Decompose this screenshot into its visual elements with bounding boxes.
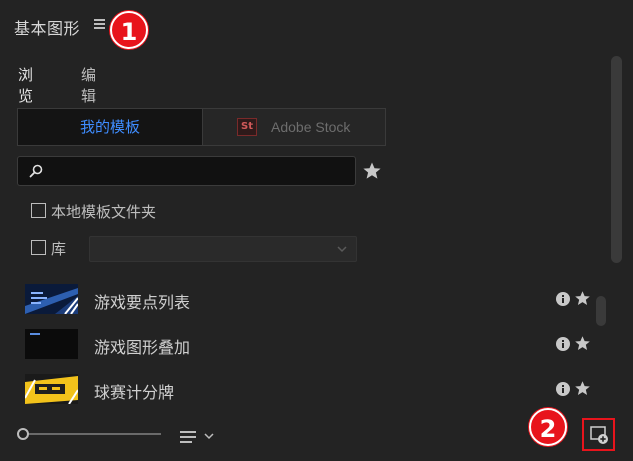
template-thumbnail [25, 284, 78, 314]
search-box [17, 156, 356, 186]
panel-title: 基本图形 [14, 19, 81, 38]
library-checkbox[interactable] [31, 240, 46, 255]
thumbnail-size-slider[interactable] [28, 433, 161, 435]
panel-header: 基本图形 1 [0, 0, 633, 49]
library-dropdown[interactable] [89, 236, 357, 262]
info-icon[interactable] [556, 292, 570, 306]
favorite-star-icon[interactable] [574, 290, 591, 307]
chevron-down-icon[interactable] [203, 431, 215, 441]
tab-edit[interactable]: 编辑 [81, 64, 96, 112]
local-folder-checkbox[interactable] [31, 203, 46, 218]
template-thumbnail [25, 374, 78, 404]
new-item-button[interactable] [582, 418, 615, 451]
menu-icon[interactable] [94, 17, 106, 31]
source-switch: 我的模板 St Adobe Stock [17, 108, 386, 146]
new-item-icon [590, 426, 608, 444]
template-list-item[interactable]: 游戏图形叠加 [0, 329, 600, 373]
adobe-stock-button[interactable]: St Adobe Stock [202, 109, 385, 145]
essential-graphics-panel: 基本图形 1 浏览 编辑 我的模板 St Adobe Stock 本地模板文件夹 [0, 0, 633, 461]
favorite-star-icon[interactable] [574, 380, 591, 397]
template-name: 游戏要点列表 [94, 293, 191, 312]
template-name: 游戏图形叠加 [94, 338, 191, 357]
template-thumbnail [25, 329, 78, 359]
favorites-filter-star-icon[interactable] [362, 161, 382, 181]
library-label: 库 [51, 240, 67, 258]
local-folder-label: 本地模板文件夹 [51, 203, 157, 221]
list-view-icon[interactable] [180, 430, 196, 444]
adobe-stock-icon: St [237, 118, 257, 136]
chevron-down-icon [337, 246, 347, 253]
thumbnail-size-slider-handle[interactable] [17, 428, 29, 440]
template-list-item[interactable]: 游戏要点列表 [0, 284, 600, 328]
search-icon [29, 164, 43, 178]
favorite-star-icon[interactable] [574, 335, 591, 352]
tab-browse[interactable]: 浏览 [18, 64, 34, 114]
adobe-stock-label: Adobe Stock [271, 119, 351, 135]
template-name: 球赛计分牌 [94, 383, 175, 402]
callout-badge-1: 1 [110, 11, 148, 49]
template-list-item[interactable]: 球赛计分牌 [0, 374, 600, 418]
list-scrollbar[interactable] [596, 296, 606, 326]
callout-badge-2: 2 [529, 408, 567, 446]
my-templates-button[interactable]: 我的模板 [18, 109, 202, 145]
panel-scrollbar[interactable] [611, 56, 622, 263]
info-icon[interactable] [556, 337, 570, 351]
search-input[interactable] [52, 161, 348, 181]
info-icon[interactable] [556, 382, 570, 396]
